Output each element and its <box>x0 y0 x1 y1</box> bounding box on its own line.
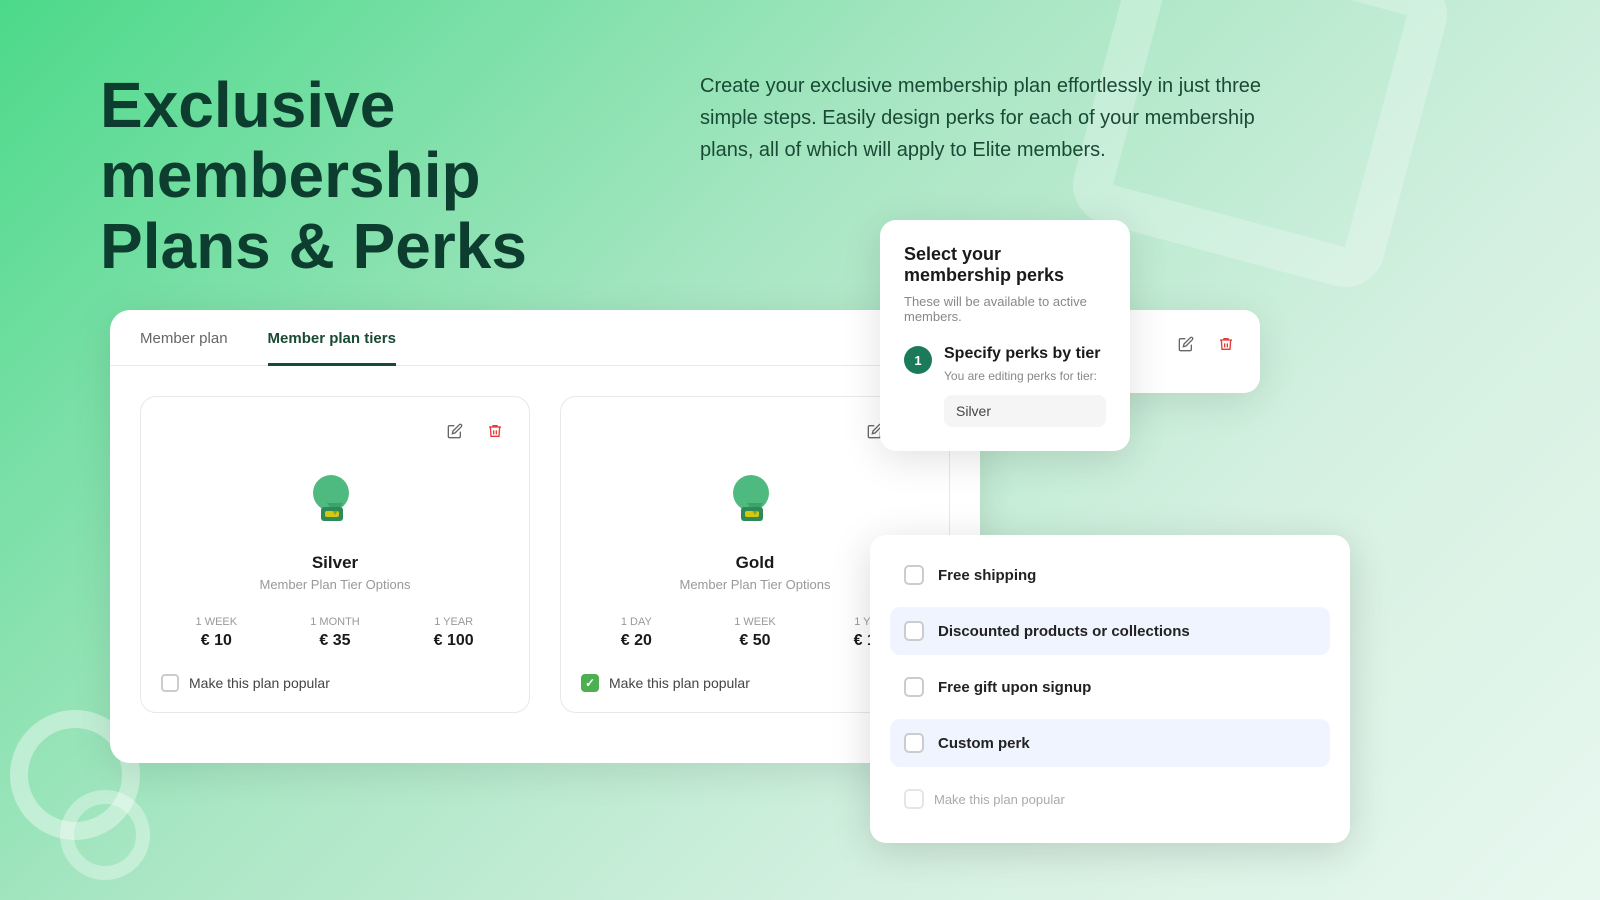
perk-checkbox-free-gift[interactable] <box>904 677 924 697</box>
perks-select-subtitle: These will be available to active member… <box>904 294 1106 324</box>
perk-row-discounted: Discounted products or collections <box>890 607 1330 655</box>
silver-edit-button[interactable] <box>441 417 469 445</box>
gold-popular-label: Make this plan popular <box>609 675 750 691</box>
step-desc-1: You are editing perks for tier: <box>944 369 1106 383</box>
third-edit-button[interactable] <box>1172 330 1200 358</box>
silver-tier-icon <box>299 465 371 537</box>
tier-card-silver: Silver Member Plan Tier Options 1 WEEK €… <box>140 396 530 713</box>
tier-cards-container: Silver Member Plan Tier Options 1 WEEK €… <box>110 366 980 733</box>
perk-checkbox-free-shipping[interactable] <box>904 565 924 585</box>
perks-select-title: Select your membership perks <box>904 244 1106 286</box>
gold-actions <box>581 417 929 445</box>
silver-popular-label: Make this plan popular <box>189 675 330 691</box>
step-item-1: 1 Specify perks by tier You are editing … <box>904 344 1106 427</box>
perk-label-custom: Custom perk <box>938 735 1030 752</box>
gold-tier-icon <box>719 465 791 537</box>
silver-delete-button[interactable] <box>481 417 509 445</box>
perk-label-free-gift: Free gift upon signup <box>938 679 1091 696</box>
step-content-1: Specify perks by tier You are editing pe… <box>944 344 1106 427</box>
perk-row-free-shipping: Free shipping <box>890 551 1330 599</box>
silver-price-year: 1 YEAR € 100 <box>398 616 509 650</box>
gold-icon-wrapper <box>581 465 929 537</box>
hero-left: Exclusive membership Plans & Perks <box>100 70 620 281</box>
perk-label-discounted: Discounted products or collections <box>938 623 1190 640</box>
perk-label-free-shipping: Free shipping <box>938 567 1036 584</box>
silver-price-month: 1 MONTH € 35 <box>280 616 391 650</box>
perk-checkbox-discounted[interactable] <box>904 621 924 641</box>
perk-row-free-gift: Free gift upon signup <box>890 663 1330 711</box>
perks-select-card: Select your membership perks These will … <box>880 220 1130 451</box>
gold-popular-checkbox[interactable] <box>581 674 599 692</box>
perks-list-card: Free shipping Discounted products or col… <box>870 535 1350 843</box>
perks-popular-row: Make this plan popular <box>890 775 1330 823</box>
perks-popular-checkbox[interactable] <box>904 789 924 809</box>
silver-tier-subtitle: Member Plan Tier Options <box>161 577 509 592</box>
silver-tier-name: Silver <box>161 553 509 573</box>
tab-member-plan-tiers[interactable]: Member plan tiers <box>268 310 396 366</box>
tier-name-input[interactable] <box>944 395 1106 427</box>
tab-member-plan[interactable]: Member plan <box>140 310 228 366</box>
hero-description: Create your exclusive membership plan ef… <box>700 70 1280 166</box>
perk-row-custom: Custom perk <box>890 719 1330 767</box>
main-card: Member plan Member plan tiers <box>110 310 980 763</box>
silver-icon-wrapper <box>161 465 509 537</box>
silver-popular-row: Make this plan popular <box>161 674 509 692</box>
perks-popular-label: Make this plan popular <box>934 792 1065 807</box>
third-delete-button[interactable] <box>1212 330 1240 358</box>
silver-pricing-grid: 1 WEEK € 10 1 MONTH € 35 1 YEAR € 100 <box>161 616 509 650</box>
silver-popular-checkbox[interactable] <box>161 674 179 692</box>
perk-checkbox-custom[interactable] <box>904 733 924 753</box>
hero-title: Exclusive membership Plans & Perks <box>100 70 620 281</box>
step-badge-1: 1 <box>904 346 932 374</box>
bg-circle-small <box>60 790 150 880</box>
step-title-1: Specify perks by tier <box>944 344 1106 365</box>
gold-price-week: 1 WEEK € 50 <box>700 616 811 650</box>
gold-price-day: 1 DAY € 20 <box>581 616 692 650</box>
silver-actions <box>161 417 509 445</box>
silver-price-week: 1 WEEK € 10 <box>161 616 272 650</box>
tabs: Member plan Member plan tiers <box>110 310 980 366</box>
